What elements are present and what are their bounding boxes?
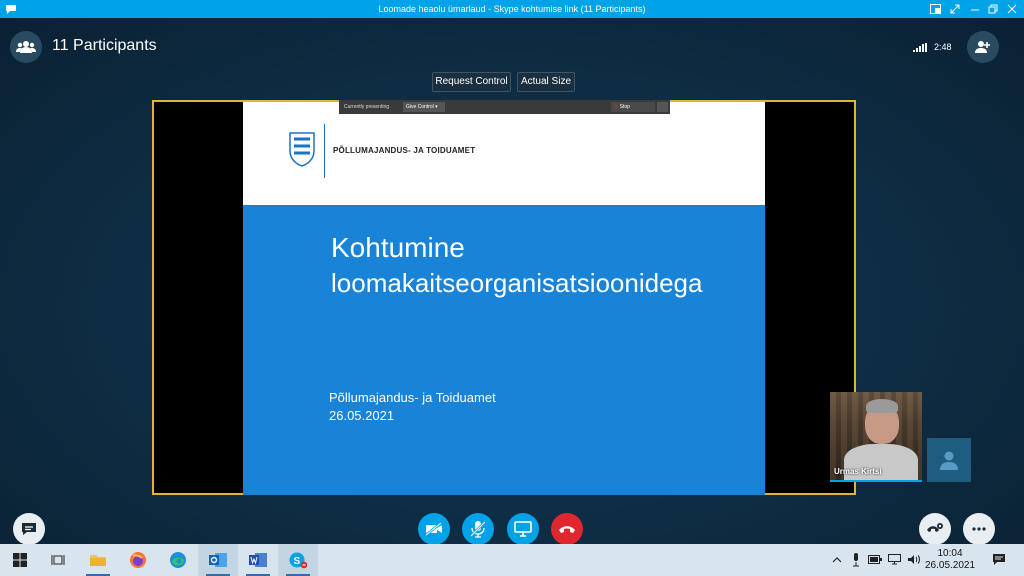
- stop-icon: ✕: [614, 104, 619, 110]
- self-avatar-tile[interactable]: [927, 438, 971, 482]
- word-icon: [249, 553, 267, 567]
- video-active-indicator: [830, 480, 922, 482]
- file-explorer-button[interactable]: [78, 544, 118, 576]
- pin-toolbar-button[interactable]: [657, 102, 668, 112]
- network-icon[interactable]: [888, 554, 901, 565]
- coat-of-arms-icon: [289, 132, 315, 167]
- pip-icon[interactable]: [926, 0, 944, 18]
- chat-icon: [22, 523, 36, 535]
- task-view-button[interactable]: [38, 544, 78, 576]
- task-view-icon: [51, 555, 65, 565]
- microphone-muted-icon: [470, 521, 486, 538]
- hang-up-button[interactable]: [551, 513, 583, 545]
- video-person-body: [844, 444, 918, 482]
- presenting-toolbar: Currently presenting Give Control ▾ ✕ St…: [339, 100, 670, 120]
- participants-count[interactable]: 11 Participants: [52, 37, 157, 55]
- outlook-icon: [209, 553, 227, 567]
- signal-strength-icon: [913, 43, 927, 52]
- skype-button[interactable]: S: [278, 544, 318, 576]
- outlook-button[interactable]: [198, 544, 238, 576]
- taskbar-clock[interactable]: 10:04 26.05.2021: [925, 548, 975, 572]
- monitor-icon: [514, 521, 532, 537]
- tray-microphone-icon[interactable]: [852, 553, 860, 567]
- slide-title: Kohtumine: [331, 232, 465, 263]
- firefox-button[interactable]: [118, 544, 158, 576]
- hang-up-icon: [559, 526, 575, 533]
- edge-icon: [170, 552, 186, 568]
- close-button[interactable]: [1003, 0, 1021, 18]
- people-icon: [16, 41, 36, 53]
- stop-presenting-button[interactable]: ✕ Stop Presenting: [611, 102, 655, 120]
- skype-icon: S: [289, 552, 308, 569]
- fullscreen-icon[interactable]: [946, 0, 964, 18]
- svg-text:S: S: [294, 556, 301, 567]
- notifications-icon[interactable]: [992, 553, 1006, 566]
- slide-subtitle: loomakaitseorganisatsioonidega: [331, 268, 703, 298]
- window-title-bar: Loomade heaolu ümarlaud - Skype kohtumis…: [0, 0, 1024, 18]
- slide-header: Põllumajandus- ja Toiduamet: [243, 102, 765, 205]
- call-timer: 2:48: [934, 42, 952, 52]
- participant-video[interactable]: Urmas Kirtsi: [830, 392, 922, 482]
- chat-button[interactable]: [13, 513, 45, 545]
- video-off-button[interactable]: [418, 513, 450, 545]
- mute-button[interactable]: [462, 513, 494, 545]
- slide-org-footer: Põllumajandus- ja Toiduamet: [329, 390, 496, 405]
- stop-presenting-label: Stop Presenting: [614, 104, 638, 120]
- slide-org-header: Põllumajandus- ja Toiduamet: [333, 146, 476, 155]
- phone-settings-icon: [927, 523, 943, 532]
- battery-icon[interactable]: [868, 555, 882, 564]
- firefox-icon: [130, 552, 146, 568]
- give-control-dropdown[interactable]: Give Control ▾: [403, 102, 445, 112]
- clock-time: 10:04: [937, 548, 963, 559]
- add-participant-button[interactable]: [967, 31, 999, 63]
- more-dots-icon: [972, 527, 986, 531]
- call-settings-button[interactable]: [919, 513, 951, 545]
- edge-button[interactable]: [158, 544, 198, 576]
- word-button[interactable]: [238, 544, 278, 576]
- video-off-icon: [425, 522, 442, 536]
- chevron-up-icon[interactable]: [832, 556, 842, 564]
- folder-icon: [90, 555, 106, 566]
- windows-taskbar: S 10:04 26.05.2021: [0, 544, 1024, 576]
- windows-logo-icon: [13, 553, 27, 567]
- participants-button[interactable]: [10, 31, 42, 63]
- more-options-button[interactable]: [963, 513, 995, 545]
- clock-date: 26.05.2021: [925, 560, 976, 571]
- share-screen-button[interactable]: [507, 513, 539, 545]
- slide-date: 26.05.2021: [329, 408, 395, 423]
- slide-header-divider: [324, 124, 325, 178]
- video-person-hair: [866, 399, 898, 413]
- avatar-icon: [940, 451, 958, 470]
- participant-name: Urmas Kirtsi: [834, 467, 882, 476]
- minimize-button[interactable]: [966, 0, 984, 18]
- volume-icon[interactable]: [907, 554, 920, 565]
- window-title: Loomade heaolu ümarlaud - Skype kohtumis…: [378, 4, 646, 14]
- restore-button[interactable]: [984, 0, 1002, 18]
- presentation-slide: Põllumajandus- ja Toiduamet Kohtumine lo…: [243, 102, 765, 495]
- start-button[interactable]: [0, 544, 40, 576]
- give-control-label: Give Control: [406, 104, 434, 110]
- actual-size-button[interactable]: Actual Size: [517, 72, 575, 92]
- add-person-icon: [975, 41, 990, 53]
- request-control-button[interactable]: Request Control: [432, 72, 511, 92]
- currently-presenting-label: Currently presenting: [344, 104, 390, 110]
